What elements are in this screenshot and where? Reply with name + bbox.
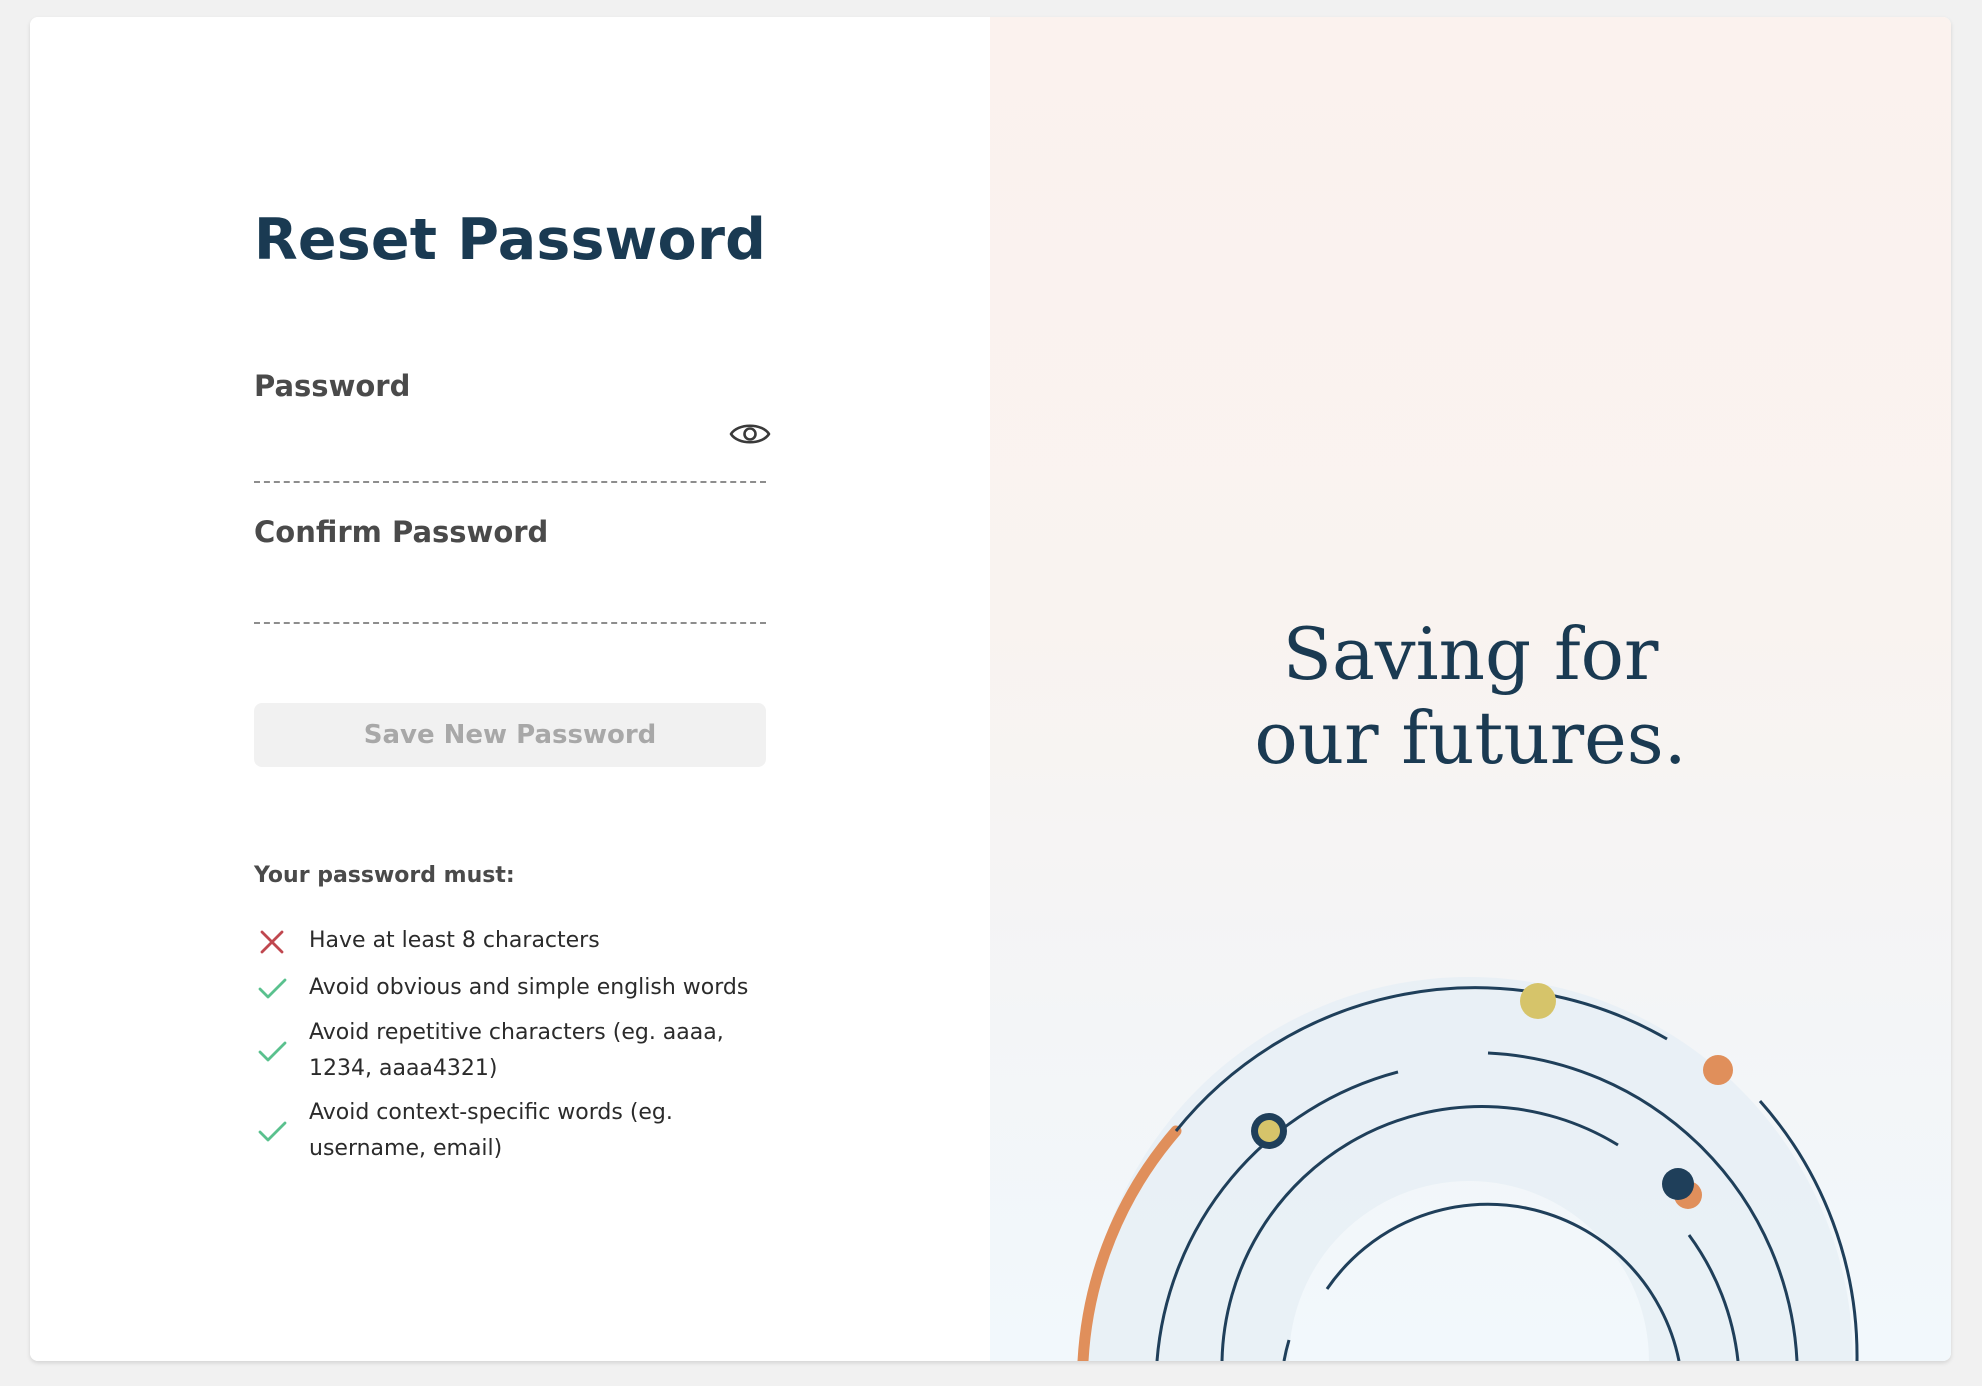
- check-icon: [258, 1121, 287, 1142]
- requirement-text: Avoid repetitive characters (eg. aaaa, 1…: [309, 1020, 724, 1081]
- check-icon: [258, 1041, 287, 1062]
- reset-password-card: Reset Password Password Confirm Password…: [30, 17, 1951, 1361]
- confirm-password-label: Confirm Password: [254, 515, 549, 549]
- requirement-text: Avoid context-specific words (eg. userna…: [309, 1100, 673, 1161]
- hero-panel: Saving for our futures.: [990, 17, 1951, 1361]
- yellow-dot: [1520, 983, 1556, 1019]
- requirement-text: Avoid obvious and simple english words: [309, 975, 749, 1000]
- check-icon: [258, 978, 287, 999]
- confirm-password-input[interactable]: [254, 569, 714, 617]
- password-input[interactable]: [254, 427, 714, 475]
- page-title: Reset Password: [253, 207, 767, 273]
- requirements-title: Your password must:: [254, 863, 515, 888]
- requirement-text: Have at least 8 characters: [309, 928, 600, 953]
- password-underline: [254, 481, 766, 483]
- navy-yellow-dot: [1258, 1120, 1280, 1142]
- save-new-password-button[interactable]: Save New Password: [254, 703, 766, 767]
- x-icon: [260, 930, 284, 954]
- eye-icon[interactable]: [729, 419, 771, 449]
- form-panel: Reset Password Password Confirm Password…: [30, 17, 990, 1361]
- orbit-rings-illustration: [1077, 977, 1859, 1361]
- confirm-password-underline: [254, 622, 766, 624]
- orange-dot: [1703, 1055, 1733, 1085]
- password-label: Password: [254, 369, 411, 403]
- navy-dot: [1662, 1168, 1694, 1200]
